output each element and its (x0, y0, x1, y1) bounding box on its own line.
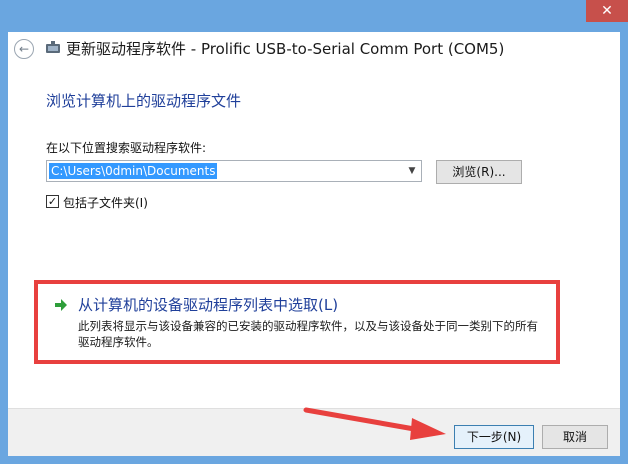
browse-button[interactable]: 浏览(R)... (436, 160, 522, 184)
window-title: 更新驱动程序软件 - Prolific USB-to-Serial Comm P… (66, 40, 505, 58)
chevron-down-icon[interactable]: ▼ (403, 161, 421, 181)
path-combobox[interactable]: C:\Users\0dmin\Documents ▼ (46, 160, 422, 182)
pick-from-list-link[interactable]: 从计算机的设备驱动程序列表中选取(L) (78, 294, 338, 315)
page-heading: 浏览计算机上的驱动程序文件 (46, 92, 242, 110)
usb-device-icon (46, 41, 60, 53)
back-arrow-icon: ← (18, 42, 30, 56)
title-bar: ✕ (0, 0, 628, 32)
back-button[interactable]: ← (14, 39, 34, 59)
next-button[interactable]: 下一步(N) (454, 425, 534, 449)
cancel-button[interactable]: 取消 (542, 425, 608, 449)
wizard-window: ← 更新驱动程序软件 - Prolific USB-to-Serial Comm… (8, 32, 620, 456)
search-location-label: 在以下位置搜索驱动程序软件: (46, 141, 207, 155)
include-subfolders-label[interactable]: 包括子文件夹(I) (63, 194, 148, 211)
red-annotation-arrow (303, 407, 446, 440)
include-subfolders-checkbox[interactable]: ✓ (46, 195, 59, 208)
path-input-value[interactable]: C:\Users\0dmin\Documents (49, 163, 218, 179)
close-button[interactable]: ✕ (586, 0, 628, 22)
green-arrow-icon (55, 299, 67, 311)
wizard-header: ← 更新驱动程序软件 - Prolific USB-to-Serial Comm… (8, 32, 620, 64)
pick-from-list-description: 此列表将显示与该设备兼容的已安装的驱动程序软件，以及与该设备处于同一类别下的所有… (78, 319, 538, 349)
